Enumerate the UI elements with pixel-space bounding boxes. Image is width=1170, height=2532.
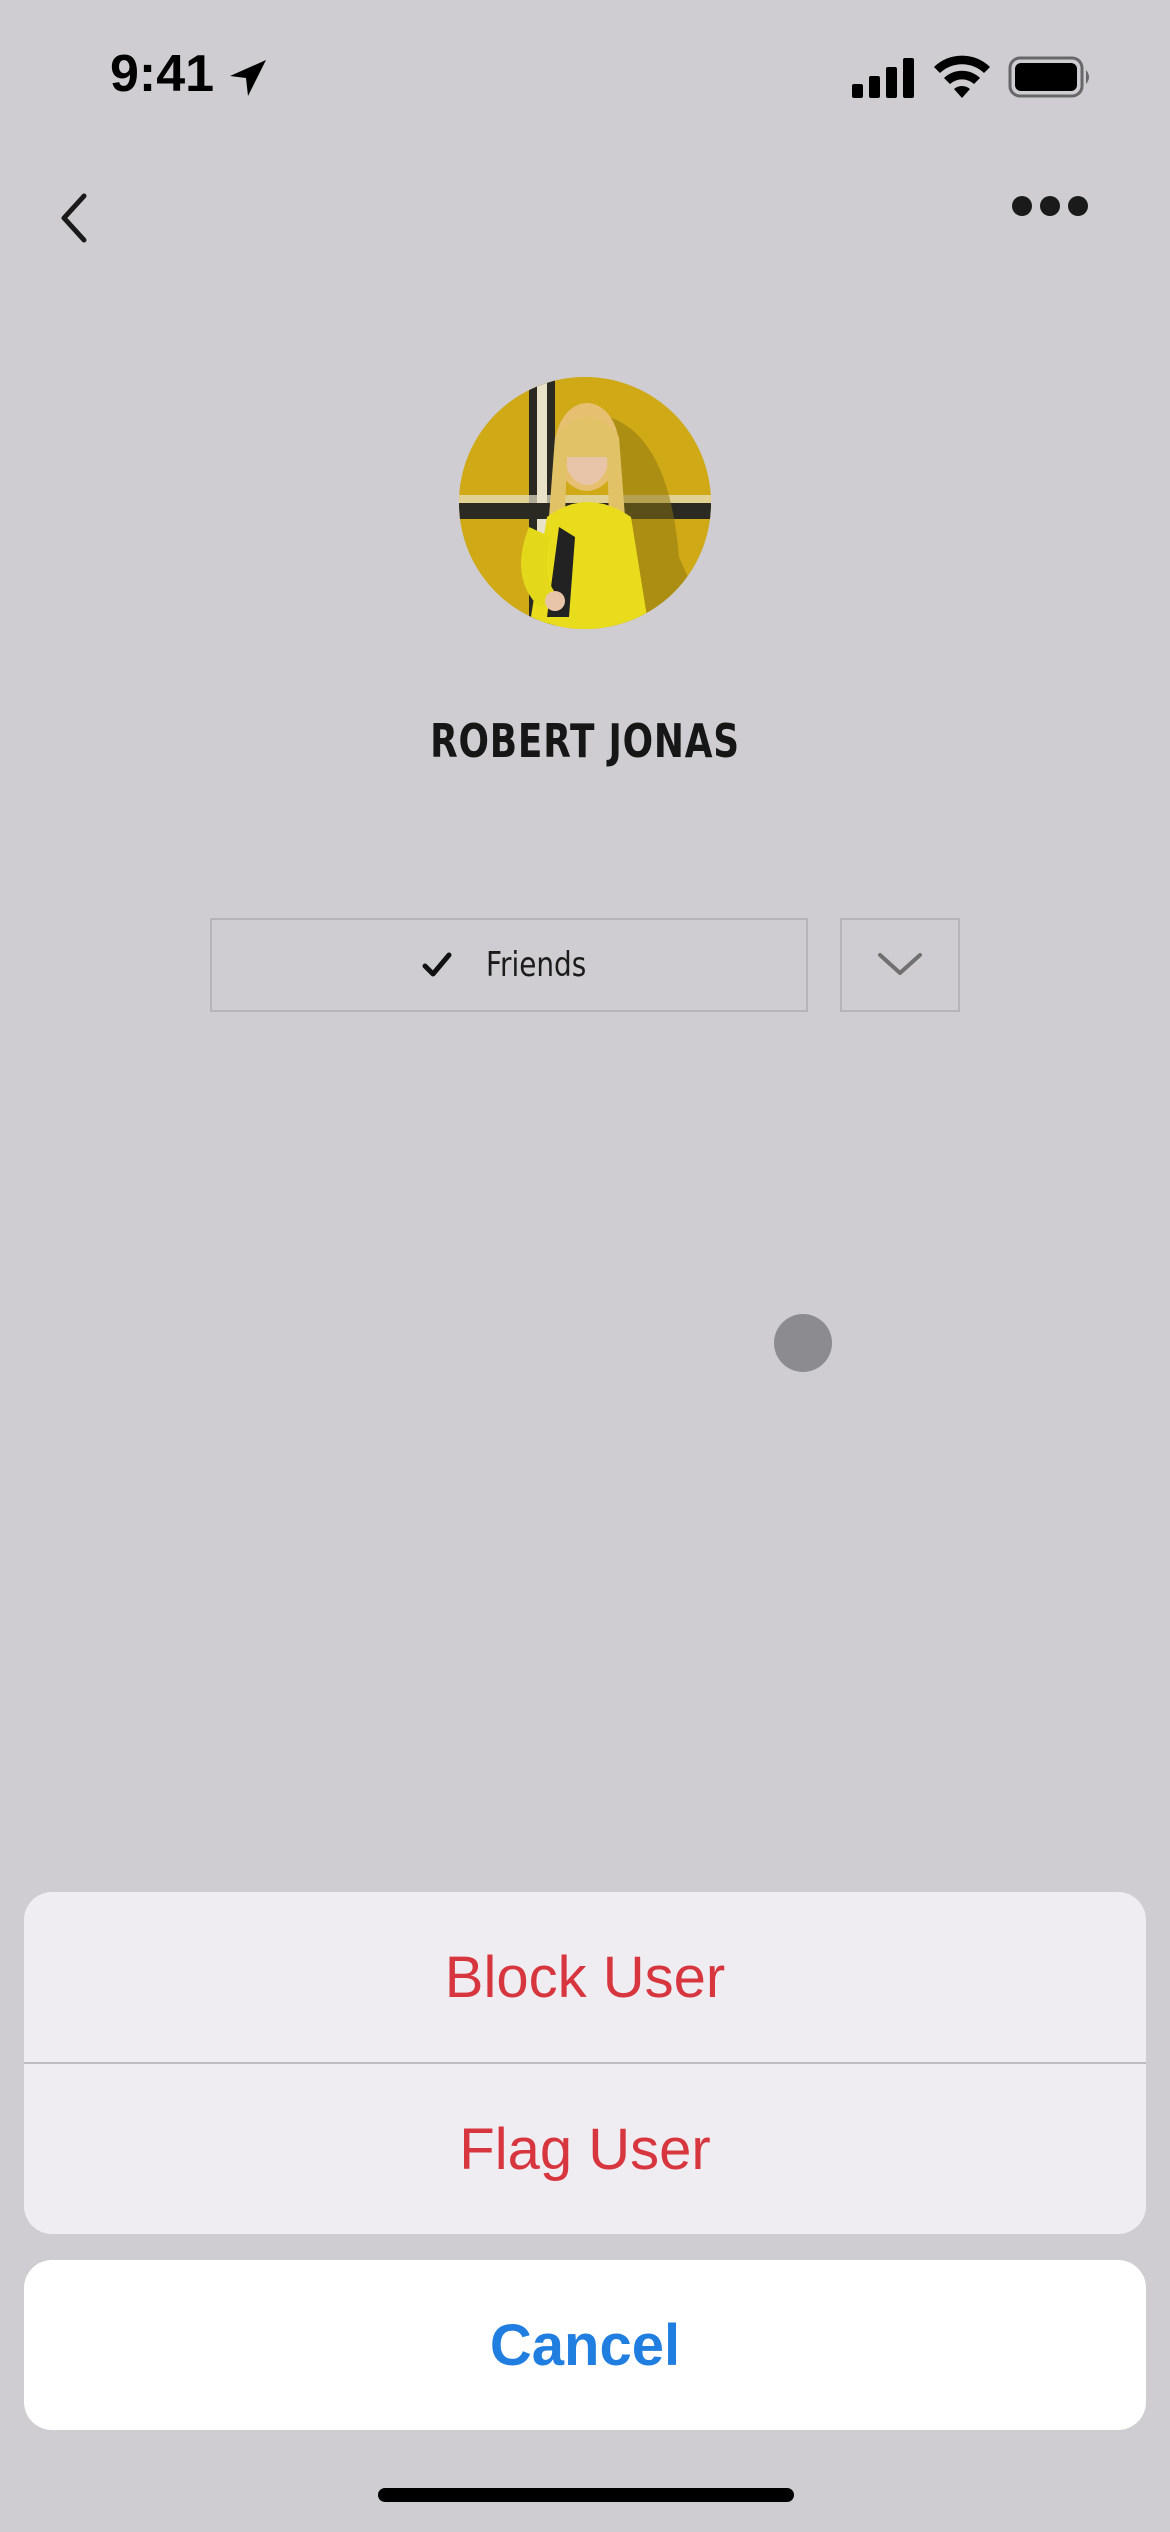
home-indicator[interactable] (378, 2488, 794, 2502)
avatar-photo (459, 377, 711, 629)
avatar (459, 377, 711, 629)
touch-indicator (774, 1314, 832, 1372)
chevron-left-icon (61, 193, 87, 243)
status-bar: 9:41 (0, 0, 1170, 150)
battery-icon (1008, 56, 1089, 98)
cellular-signal-icon (852, 58, 914, 98)
status-time: 9:41 (110, 45, 215, 103)
chevron-down-icon (878, 953, 922, 975)
more-options-button[interactable] (1010, 186, 1090, 226)
friend-options-dropdown-button[interactable] (840, 918, 960, 1012)
back-button[interactable] (48, 186, 104, 250)
friends-status-button[interactable]: Friends (210, 918, 808, 1012)
wifi-icon (934, 55, 990, 98)
flag-user-button[interactable]: Flag User (24, 2064, 1146, 2234)
checkmark-icon (422, 952, 452, 977)
ellipsis-icon (1012, 196, 1088, 216)
friends-label: Friends (485, 945, 587, 985)
block-user-button[interactable]: Block User (24, 1892, 1146, 2062)
profile-screen: 9:41 ROBERT JONAS Friends Block User Fla… (0, 0, 1170, 2532)
cancel-button[interactable]: Cancel (24, 2260, 1146, 2430)
location-arrow-icon (230, 60, 266, 96)
action-sheet: Block User Flag User (24, 1892, 1146, 2234)
profile-name: ROBERT JONAS (430, 714, 740, 768)
